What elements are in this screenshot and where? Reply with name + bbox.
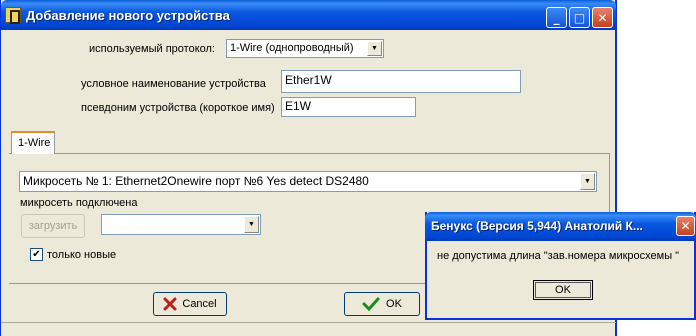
microsegment-select-value: Микросеть № 1: Ethernet2Onewire порт №6 … [23, 174, 369, 188]
cancel-button[interactable]: Cancel [153, 292, 227, 316]
chevron-down-icon: ▼ [367, 41, 382, 56]
window-title: Добавление нового устройства [26, 8, 230, 23]
network-status-text: микросеть подключена [20, 197, 138, 209]
close-icon: ✕ [680, 219, 691, 233]
ok-button[interactable]: OK [344, 292, 420, 316]
protocol-select-value: 1-Wire (однопроводный) [230, 42, 354, 54]
device-name-label: условное наименование устройства [81, 78, 266, 90]
dialog-titlebar[interactable]: Бенукс (Версия 5,944) Анатолий К... ✕ [425, 212, 696, 241]
microsegment-select[interactable]: Микросеть № 1: Ethernet2Onewire порт №6 … [19, 171, 597, 192]
tab-strip-line [9, 153, 609, 154]
tab-1-wire[interactable]: 1-Wire [11, 131, 55, 154]
checkmark-icon: ✔ [32, 249, 41, 260]
device-name-field[interactable]: Ether1W [281, 70, 521, 93]
ok-button-label: OK [386, 298, 402, 310]
dialog-message: не допустима длина "зав.номера микросхем… [437, 250, 680, 262]
load-button-label: загрузить [28, 220, 78, 232]
only-new-checkbox[interactable]: ✔ [30, 248, 43, 261]
dialog-ok-button-label: OK [555, 284, 571, 296]
minimize-icon: _ [553, 10, 560, 25]
alias-label: псевдоним устройства (короткое имя) [81, 102, 275, 114]
minimize-button[interactable]: _ [546, 7, 567, 28]
dialog-ok-button[interactable]: OK [533, 280, 593, 300]
alias-field[interactable]: E1W [281, 97, 416, 117]
protocol-select[interactable]: 1-Wire (однопроводный) ▼ [226, 39, 384, 58]
chevron-down-icon: ▼ [580, 173, 595, 190]
cancel-button-label: Cancel [182, 298, 217, 310]
close-button[interactable]: ✕ [592, 7, 613, 28]
maximize-icon: □ [573, 10, 586, 25]
dialog-title: Бенукс (Версия 5,944) Анатолий К... [431, 219, 643, 233]
dialog-close-button[interactable]: ✕ [676, 216, 695, 236]
chevron-down-icon: ▼ [244, 216, 259, 233]
protocol-label: используемый протокол: [89, 43, 215, 55]
app-icon [5, 7, 21, 24]
load-button[interactable]: загрузить [21, 214, 85, 238]
checkmark-icon [362, 297, 380, 311]
cancel-x-icon [163, 297, 177, 311]
maximize-button[interactable]: □ [569, 7, 590, 28]
tab-1-wire-label: 1-Wire [18, 137, 51, 149]
window-titlebar[interactable]: Добавление нового устройства _ □ ✕ [1, 0, 616, 30]
close-icon: ✕ [597, 10, 608, 25]
window-bottom-divider [1, 322, 616, 323]
load-select[interactable]: ▼ [101, 214, 261, 235]
only-new-label: только новые [47, 249, 117, 261]
